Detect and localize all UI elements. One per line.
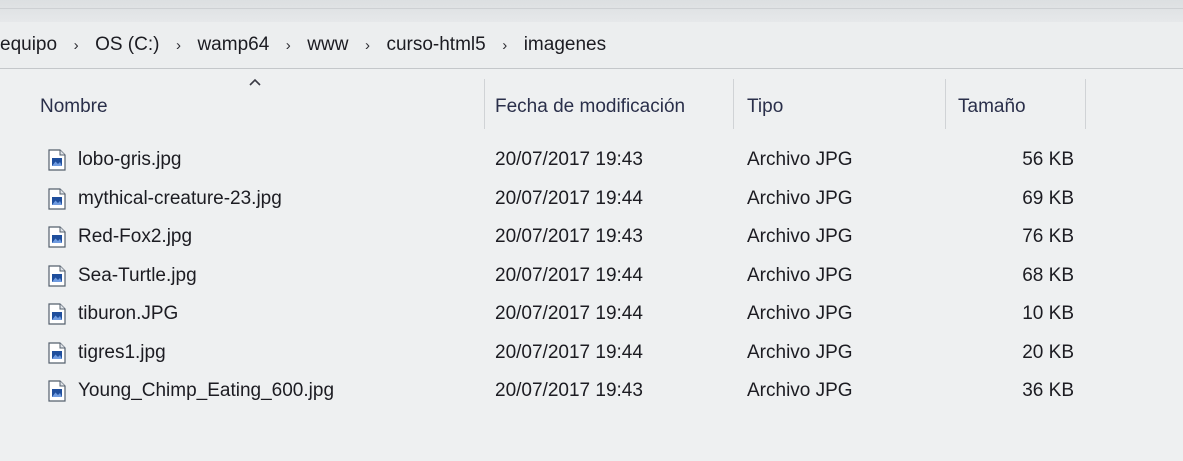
- column-header-date[interactable]: Fecha de modificación: [495, 87, 685, 127]
- breadcrumb-item-www[interactable]: www: [303, 34, 352, 56]
- file-list: Nombre Fecha de modificación Tipo Tamaño…: [0, 69, 1183, 461]
- file-name[interactable]: Young_Chimp_Eating_600.jpg: [78, 372, 334, 410]
- jpg-file-icon: [48, 303, 66, 325]
- column-divider[interactable]: [733, 79, 734, 129]
- file-type: Archivo JPG: [747, 341, 853, 363]
- file-date: 20/07/2017 19:43: [495, 226, 643, 247]
- window-top-strip: [0, 0, 1183, 23]
- column-divider[interactable]: [484, 79, 485, 129]
- file-type: Archivo JPG: [747, 187, 853, 209]
- table-row[interactable]: lobo-gris.jpg 20/07/2017 19:43 Archivo JPG…: [0, 141, 1183, 179]
- file-date: 20/07/2017 19:43: [495, 380, 643, 401]
- breadcrumb-item-os-c[interactable]: OS (C:): [91, 34, 163, 56]
- breadcrumb-item-curso-html5[interactable]: curso-html5: [382, 34, 489, 56]
- jpg-file-icon: [48, 380, 66, 402]
- jpg-file-icon: [48, 264, 66, 287]
- column-header-name[interactable]: Nombre: [40, 87, 108, 127]
- table-row[interactable]: Young_Chimp_Eating_600.jpg 20/07/2017 19:…: [0, 372, 1183, 410]
- table-row[interactable]: Sea-Turtle.jpg 20/07/2017 19:44 Archivo JP…: [0, 257, 1183, 295]
- chevron-right-icon[interactable]: ›: [61, 37, 91, 54]
- breadcrumb[interactable]: equipo › OS (C:) › wamp64 › www › curso-…: [0, 22, 1183, 69]
- file-size: 68 KB: [1022, 264, 1074, 286]
- file-type: Archivo JPG: [747, 264, 853, 286]
- file-name[interactable]: Red-Fox2.jpg: [78, 218, 192, 256]
- breadcrumb-item-wamp64[interactable]: wamp64: [193, 34, 273, 56]
- file-name[interactable]: lobo-gris.jpg: [78, 141, 182, 179]
- file-name[interactable]: tiburon.JPG: [78, 295, 178, 333]
- file-size: 69 KB: [1022, 187, 1074, 209]
- jpg-file-icon: [48, 341, 66, 364]
- file-name[interactable]: Sea-Turtle.jpg: [78, 257, 197, 295]
- chevron-right-icon[interactable]: ›: [352, 37, 382, 54]
- table-row[interactable]: tiburon.JPG 20/07/2017 19:44 Archivo JPG 10…: [0, 295, 1183, 333]
- chevron-right-icon[interactable]: ›: [163, 37, 193, 54]
- top-strip-divider: [0, 8, 1183, 9]
- file-size: 56 KB: [1022, 149, 1074, 170]
- file-date: 20/07/2017 19:44: [495, 303, 643, 324]
- column-divider[interactable]: [1085, 79, 1086, 129]
- jpg-file-icon: [48, 149, 66, 171]
- file-type: Archivo JPG: [747, 303, 853, 324]
- chevron-right-icon[interactable]: ›: [273, 37, 303, 54]
- file-date: 20/07/2017 19:44: [495, 341, 643, 363]
- file-date: 20/07/2017 19:44: [495, 264, 643, 286]
- breadcrumb-item-imagenes[interactable]: imagenes: [520, 34, 610, 56]
- sort-ascending-icon[interactable]: [248, 77, 262, 87]
- file-type: Archivo JPG: [747, 149, 853, 170]
- table-row[interactable]: tigres1.jpg 20/07/2017 19:44 Archivo JPG 20…: [0, 334, 1183, 372]
- file-type: Archivo JPG: [747, 380, 853, 401]
- file-type: Archivo JPG: [747, 226, 853, 247]
- file-date: 20/07/2017 19:44: [495, 187, 643, 209]
- table-row[interactable]: Red-Fox2.jpg 20/07/2017 19:43 Archivo JPG 7…: [0, 218, 1183, 256]
- column-header-type[interactable]: Tipo: [747, 87, 783, 127]
- jpg-file-icon: [48, 187, 66, 210]
- jpg-file-icon: [48, 226, 66, 248]
- breadcrumb-item-equipo[interactable]: equipo: [0, 34, 61, 56]
- file-size: 10 KB: [1022, 303, 1074, 324]
- file-size: 36 KB: [1022, 380, 1074, 401]
- chevron-right-icon[interactable]: ›: [490, 37, 520, 54]
- column-header-row: Nombre Fecha de modificación Tipo Tamaño: [0, 69, 1183, 129]
- file-size: 76 KB: [1022, 226, 1074, 247]
- file-date: 20/07/2017 19:43: [495, 149, 643, 170]
- table-row[interactable]: mythical-creature-23.jpg 20/07/2017 19:44…: [0, 180, 1183, 218]
- file-name[interactable]: mythical-creature-23.jpg: [78, 180, 282, 218]
- column-header-size[interactable]: Tamaño: [958, 87, 1026, 127]
- file-size: 20 KB: [1022, 341, 1074, 363]
- file-name[interactable]: tigres1.jpg: [78, 334, 166, 372]
- column-divider[interactable]: [945, 79, 946, 129]
